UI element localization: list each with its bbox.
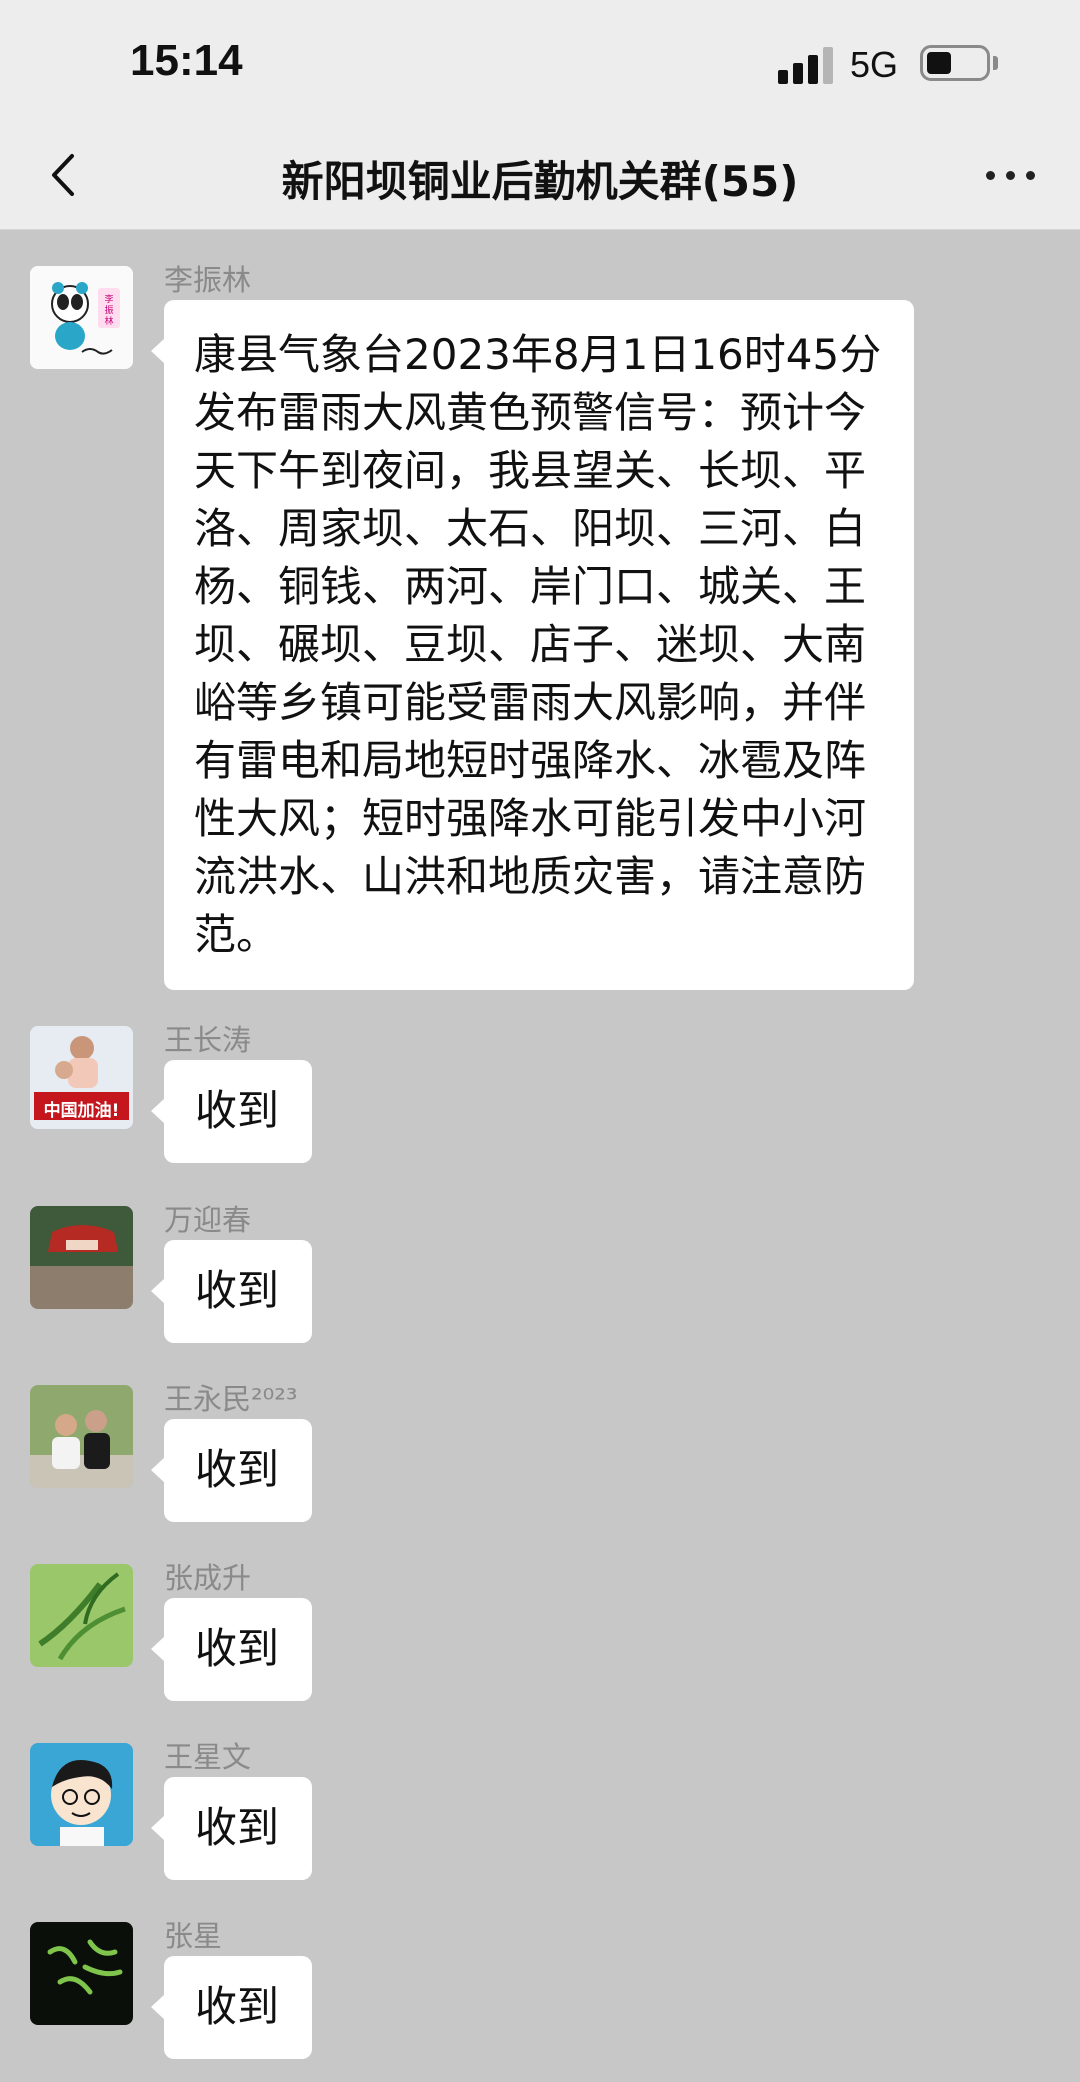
status-time: 15:14 bbox=[130, 36, 243, 85]
bamboo-icon bbox=[30, 1564, 133, 1667]
svg-text:振: 振 bbox=[104, 304, 113, 316]
bamboo-avatar[interactable] bbox=[30, 1564, 133, 1667]
signal-icon bbox=[778, 44, 834, 84]
people-photo-avatar[interactable] bbox=[30, 1385, 133, 1488]
nav-bar: 新阳坝铜业后勤机关群(55) bbox=[0, 120, 1080, 230]
message-bubble[interactable]: 收到 bbox=[151, 1598, 312, 1701]
more-icon[interactable] bbox=[982, 165, 1042, 185]
message-bubble[interactable]: 收到 bbox=[151, 1240, 312, 1343]
panda-avatar[interactable]: 李 振 林 bbox=[30, 266, 133, 369]
panda-icon: 李 振 林 bbox=[30, 266, 133, 369]
svg-text:李: 李 bbox=[104, 293, 113, 305]
status-bar: 15:14 5G bbox=[0, 0, 1080, 120]
sender-name: 王星文 bbox=[164, 1740, 252, 1774]
sender-name: 万迎春 bbox=[164, 1203, 252, 1237]
sign-photo-avatar[interactable] bbox=[30, 1206, 133, 1309]
photo-icon bbox=[30, 1206, 133, 1309]
message-bubble[interactable]: 收到 bbox=[151, 1956, 312, 2059]
sender-name: 李振林 bbox=[164, 263, 252, 297]
china-cheer-avatar[interactable]: 中国加油! bbox=[30, 1026, 133, 1129]
calligraphy-icon bbox=[30, 1922, 133, 2025]
photo-icon bbox=[30, 1385, 133, 1488]
message-bubble[interactable]: 康县气象台2023年8月1日16时45分发布雷雨大风黄色预警信号：预计今天下午到… bbox=[151, 300, 914, 990]
cartoon-boy-avatar[interactable] bbox=[30, 1743, 133, 1846]
network-label: 5G bbox=[850, 44, 899, 85]
message-bubble[interactable]: 收到 bbox=[151, 1419, 312, 1522]
calligraphy-avatar[interactable] bbox=[30, 1922, 133, 2025]
sender-name: 张星 bbox=[164, 1919, 223, 1953]
cartoon-boy-icon bbox=[30, 1743, 133, 1846]
svg-text:林: 林 bbox=[104, 315, 113, 327]
battery-icon bbox=[920, 45, 990, 81]
sender-name: 王永民²⁰²³ bbox=[164, 1382, 298, 1416]
sender-name: 王长涛 bbox=[164, 1023, 252, 1057]
message-bubble[interactable]: 收到 bbox=[151, 1060, 312, 1163]
battery-cap bbox=[993, 56, 998, 70]
sender-name: 张成升 bbox=[164, 1561, 252, 1595]
avatar-caption: 中国加油! bbox=[43, 1101, 120, 1121]
message-bubble[interactable]: 收到 bbox=[151, 1777, 312, 1880]
chat-title: 新阳坝铜业后勤机关群(55) bbox=[281, 157, 799, 206]
